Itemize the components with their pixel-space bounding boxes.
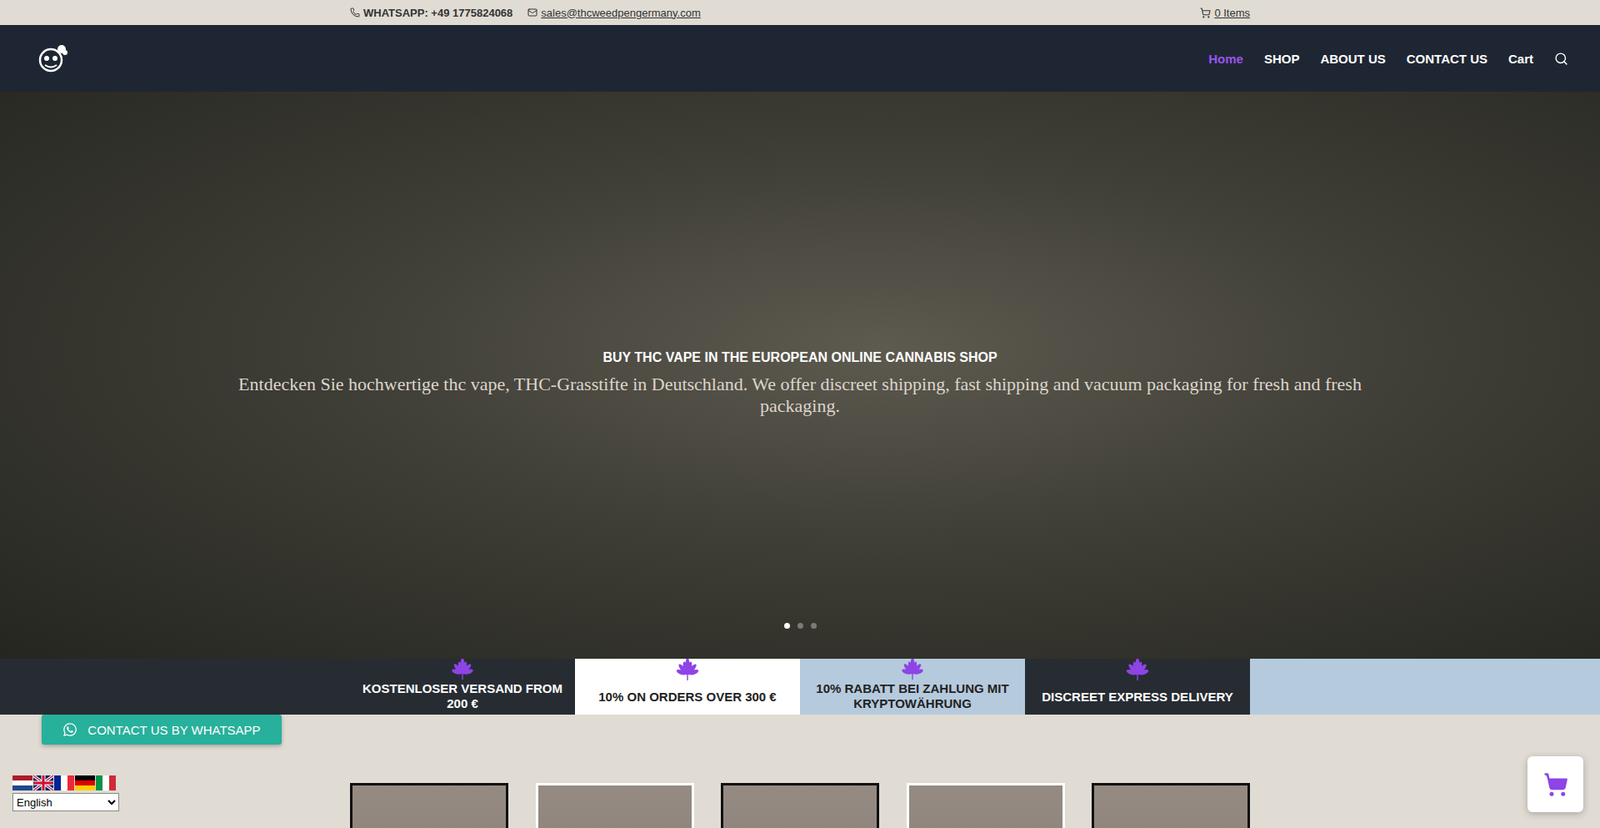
leaf-icon [1124, 658, 1151, 682]
mail-icon [527, 7, 538, 18]
feature-box: 10% ON ORDERS OVER 300 € [575, 658, 800, 715]
product-card[interactable] [720, 782, 880, 828]
whatsapp-icon [62, 721, 78, 737]
feature-strip: KOSTENLOSER VERSAND FROM 200 €10% ON ORD… [0, 658, 1600, 715]
hero-title: BUY THC VAPE IN THE EUROPEAN ONLINE CANN… [602, 350, 997, 365]
language-select[interactable]: English [12, 792, 120, 811]
menu-item[interactable]: ABOUT US [1320, 51, 1385, 66]
cart-link[interactable]: 0 Items [1200, 6, 1250, 20]
german-flag-icon[interactable] [75, 775, 95, 790]
menu-item[interactable]: Home [1208, 51, 1244, 66]
feature-box: DISCREET EXPRESS DELIVERY [1025, 658, 1250, 715]
cart-icon [1200, 7, 1211, 19]
logo-icon[interactable] [36, 43, 69, 74]
page: WHATSAPP: +49 1775824068 sales@thcweedpen… [0, 0, 1600, 828]
slider-dots [0, 622, 1600, 629]
product-card[interactable] [906, 782, 1065, 828]
leaf-icon [899, 658, 926, 681]
english-flag-icon[interactable] [33, 775, 54, 790]
product-card[interactable] [535, 782, 695, 828]
menu-item[interactable]: Cart [1508, 51, 1534, 66]
top-bar: WHATSAPP: +49 1775824068 sales@thcweedpen… [0, 0, 1600, 25]
dutch-flag-icon[interactable] [12, 775, 33, 790]
whatsapp-button[interactable]: CONTACT US BY WHATSAPP [41, 714, 282, 745]
whatsapp-number[interactable]: WHATSAPP: +49 1775824068 [350, 6, 513, 20]
slider-dot[interactable] [810, 622, 817, 629]
product-card[interactable] [350, 782, 509, 828]
menu: Home SHOP ABOUT US CONTACT US Cart [1208, 51, 1569, 66]
language-switcher: English [12, 775, 120, 811]
email-link[interactable]: sales@thcweedpengermany.com [527, 6, 700, 20]
feature-box: KOSTENLOSER VERSAND FROM 200 € [350, 658, 575, 715]
menu-item[interactable]: SHOP [1264, 51, 1300, 66]
italian-flag-icon[interactable] [95, 775, 116, 790]
cart-icon [1543, 771, 1569, 797]
phone-icon [350, 7, 360, 18]
leaf-icon [674, 658, 701, 682]
french-flag-icon[interactable] [54, 775, 75, 790]
menu-item[interactable]: CONTACT US [1406, 51, 1488, 66]
hero-slider: BUY THC VAPE IN THE EUROPEAN ONLINE CANN… [0, 91, 1600, 659]
product-card[interactable] [1091, 782, 1250, 828]
leaf-icon [449, 658, 476, 681]
feature-box: 10% RABATT BEI ZAHLUNG MIT KRYPTOWÄHRUNG [800, 658, 1025, 715]
slider-dot[interactable] [797, 622, 804, 629]
hero-subtitle: Entdecken Sie hochwertige thc vape, THC-… [208, 373, 1392, 417]
slider-dot[interactable] [784, 622, 790, 629]
nav-bar: Home SHOP ABOUT US CONTACT US Cart [0, 25, 1600, 92]
floating-cart-button[interactable] [1527, 755, 1584, 812]
search-icon[interactable] [1554, 51, 1569, 66]
